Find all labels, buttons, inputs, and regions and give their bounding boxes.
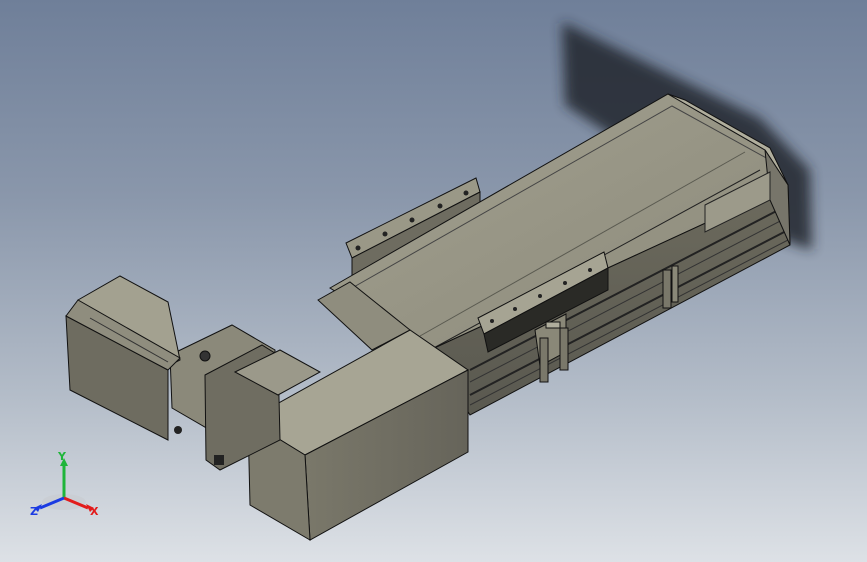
3d-model-view[interactable] xyxy=(0,0,867,562)
triad-y-label: Y xyxy=(58,450,66,463)
servo-motor[interactable] xyxy=(65,275,181,441)
graphics-viewport[interactable]: Y X Z xyxy=(0,0,867,562)
limit-sensor-right[interactable] xyxy=(662,265,679,309)
triad-z-label: Z xyxy=(30,505,38,518)
triad-x-label: X xyxy=(90,505,99,518)
